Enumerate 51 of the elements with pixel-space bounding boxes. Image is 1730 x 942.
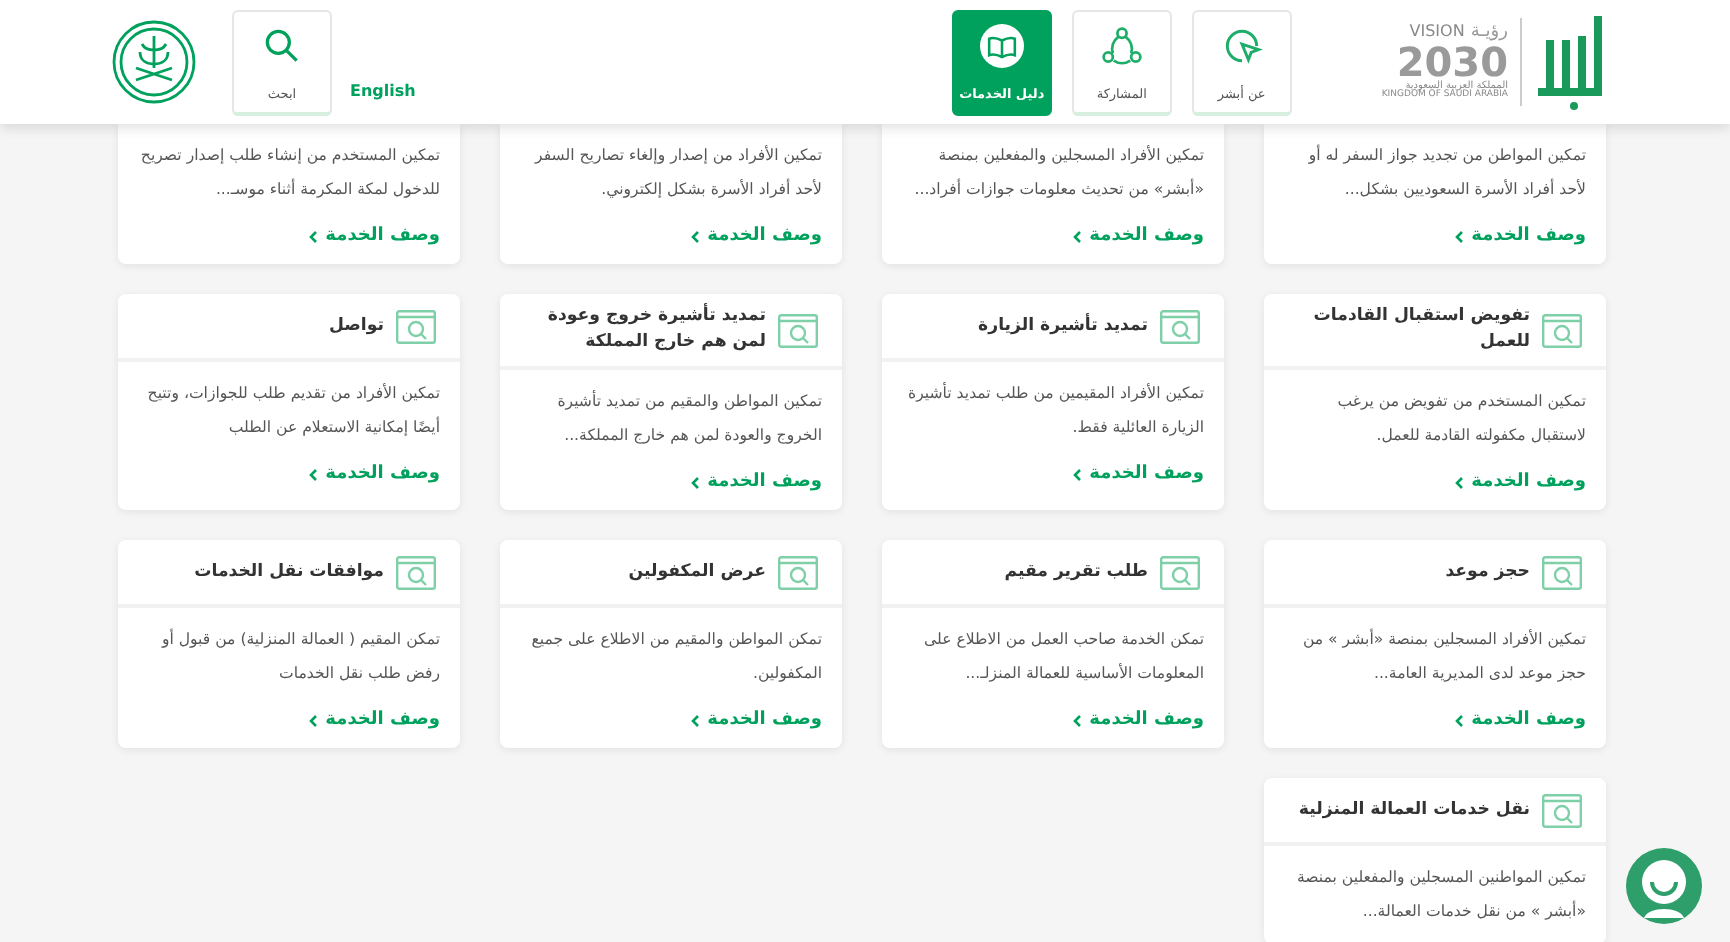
service-description-link[interactable]: وصف الخدمة (1453, 710, 1586, 730)
chevron-icon (689, 229, 700, 243)
window-search-icon (778, 555, 818, 589)
service-description-link[interactable]: وصف الخدمة (689, 710, 822, 730)
chevron-icon (1453, 475, 1464, 489)
chevron-icon (689, 713, 700, 727)
chevron-icon (307, 467, 318, 481)
window-search-icon (1160, 555, 1200, 589)
language-link[interactable]: English (350, 81, 416, 99)
emblem-icon (112, 20, 196, 104)
service-description-link[interactable]: وصف الخدمة (1071, 464, 1204, 484)
chevron-icon (1453, 713, 1464, 727)
vision-year: 2030 (1396, 41, 1508, 82)
service-description-link[interactable]: وصف الخدمة (689, 472, 822, 492)
chat-assistant-icon[interactable] (1624, 846, 1704, 926)
window-search-icon (1542, 313, 1582, 347)
window-search-icon (1542, 555, 1582, 589)
service-description-link[interactable]: وصف الخدمة (307, 710, 440, 730)
chevron-icon (1071, 713, 1082, 727)
chevron-icon (307, 229, 318, 243)
window-search-icon (396, 555, 436, 589)
chevron-icon (1071, 229, 1082, 243)
card-title: تمديد تأشيرة الزيارة (978, 313, 1148, 339)
service-description-link[interactable]: وصف الخدمة (1453, 472, 1586, 492)
card-title: طلب تقرير مقيم (1004, 559, 1148, 585)
card-title: تمديد تأشيرة خروج وعودة لمن هم خارج المملكة (545, 304, 766, 356)
card-title: تواصل (328, 313, 384, 339)
chevron-icon (307, 713, 318, 727)
chevron-icon (689, 475, 700, 489)
book-icon (979, 23, 1024, 67)
window-search-icon (396, 309, 436, 343)
card-title: تفويض استقبال القادمات للعمل (1311, 304, 1530, 356)
card-title: عرض المكفولين (628, 559, 766, 585)
card-title: نقل خدمات العمالة المنزلية (1298, 797, 1530, 823)
service-description-link[interactable]: وصف الخدمة (1453, 226, 1586, 246)
service-description-link[interactable]: وصف الخدمة (307, 464, 440, 484)
vision-label: VISION (1409, 23, 1465, 40)
window-search-icon (1160, 309, 1200, 343)
vision-label-arabic: رؤيـة (1470, 23, 1508, 42)
card-title: حجز موعد (1445, 559, 1530, 585)
chevron-icon (1071, 467, 1082, 481)
window-search-icon (1542, 793, 1582, 827)
calligraphy-logo-icon (1534, 12, 1606, 112)
service-description-link[interactable]: وصف الخدمة (1071, 226, 1204, 246)
chevron-icon (1453, 229, 1464, 243)
share-nodes-icon (1099, 23, 1144, 67)
card-title: موافقات نقل الخدمات (194, 559, 384, 585)
window-search-icon (778, 313, 818, 347)
service-description-link[interactable]: وصف الخدمة (1071, 710, 1204, 730)
service-description-link[interactable]: وصف الخدمة (307, 226, 440, 246)
service-description-link[interactable]: وصف الخدمة (689, 226, 822, 246)
